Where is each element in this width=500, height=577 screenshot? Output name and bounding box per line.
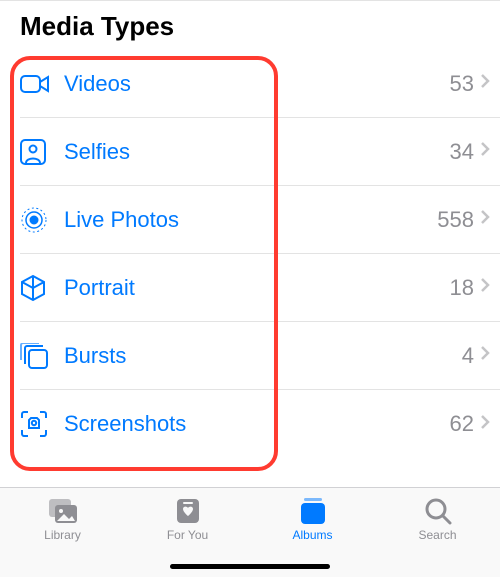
row-label: Bursts	[64, 343, 462, 369]
tab-library[interactable]: Library	[0, 496, 125, 577]
row-count: 62	[450, 411, 474, 437]
foryou-tab-icon	[175, 496, 201, 526]
library-tab-icon	[47, 496, 79, 526]
live-photos-icon	[20, 206, 64, 234]
media-type-portrait[interactable]: Portrait 18	[20, 254, 500, 322]
screenshots-icon	[20, 410, 64, 438]
row-count: 4	[462, 343, 474, 369]
row-count: 34	[450, 139, 474, 165]
tab-label: For You	[167, 528, 208, 542]
portrait-icon	[20, 274, 64, 302]
chevron-right-icon	[480, 414, 490, 435]
chevron-right-icon	[480, 277, 490, 298]
media-type-videos[interactable]: Videos 53	[20, 50, 500, 118]
row-label: Screenshots	[64, 411, 450, 437]
search-tab-icon	[424, 496, 452, 526]
selfies-icon	[20, 139, 64, 165]
row-label: Selfies	[64, 139, 450, 165]
row-count: 18	[450, 275, 474, 301]
media-type-bursts[interactable]: Bursts 4	[20, 322, 500, 390]
tab-label: Search	[418, 528, 456, 542]
media-type-screenshots[interactable]: Screenshots 62	[20, 390, 500, 458]
chevron-right-icon	[480, 209, 490, 230]
albums-tab-icon	[298, 496, 328, 526]
section-title: Media Types	[0, 0, 500, 50]
media-type-selfies[interactable]: Selfies 34	[20, 118, 500, 186]
tab-search[interactable]: Search	[375, 496, 500, 577]
chevron-right-icon	[480, 345, 490, 366]
row-label: Videos	[64, 71, 450, 97]
home-indicator[interactable]	[170, 564, 330, 569]
video-icon	[20, 73, 64, 95]
media-type-live-photos[interactable]: Live Photos 558	[20, 186, 500, 254]
media-types-list: Videos 53 Selfies 34 Live Photos	[0, 50, 500, 458]
chevron-right-icon	[480, 73, 490, 94]
tab-label: Library	[44, 528, 81, 542]
row-label: Live Photos	[64, 207, 437, 233]
row-count: 558	[437, 207, 474, 233]
bursts-icon	[20, 343, 64, 369]
tab-label: Albums	[292, 528, 332, 542]
row-count: 53	[450, 71, 474, 97]
chevron-right-icon	[480, 141, 490, 162]
row-label: Portrait	[64, 275, 450, 301]
